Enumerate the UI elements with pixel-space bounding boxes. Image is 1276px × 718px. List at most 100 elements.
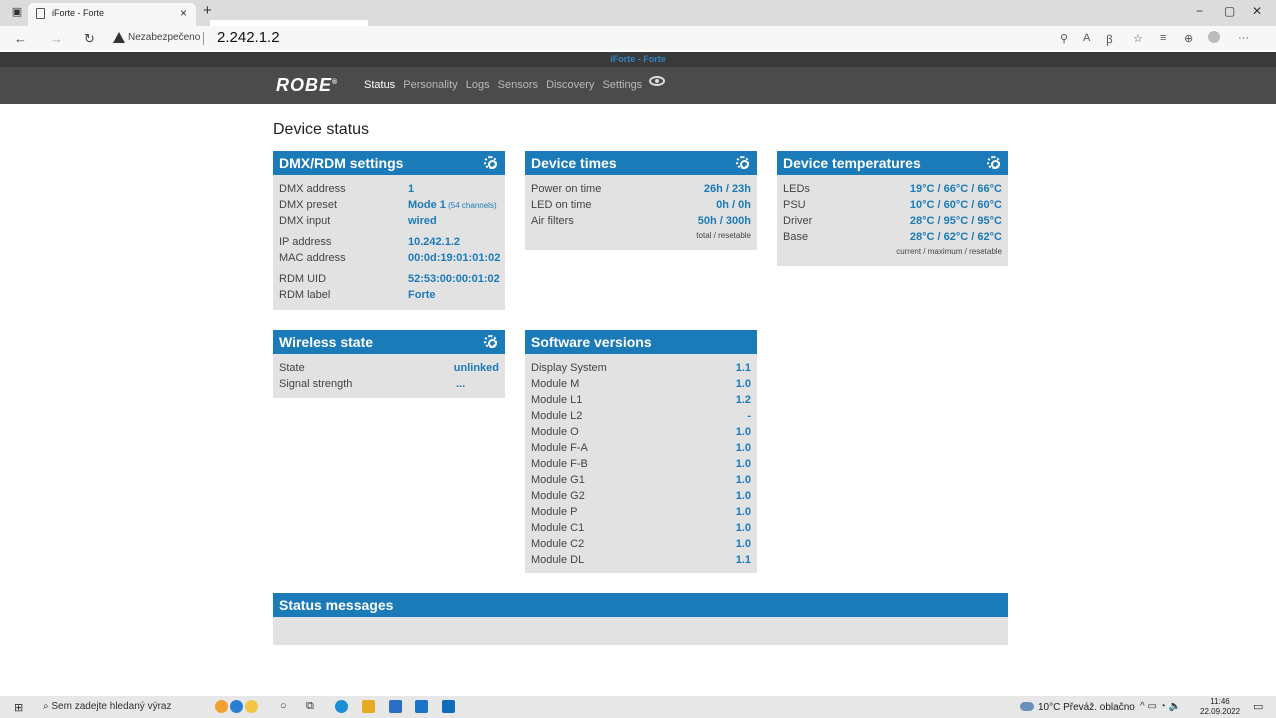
tab-actions-icon[interactable]: ▣ xyxy=(10,5,24,19)
temps-row: Driver 28°C / 95°C / 95°C xyxy=(777,213,1008,229)
temps-row: LEDs 19°C / 66°C / 66°C xyxy=(777,181,1008,197)
row-value: 10°C / 60°C / 60°C xyxy=(909,199,1002,211)
close-window-button[interactable]: ✕ xyxy=(1252,4,1262,18)
times-row: Power on time 26h / 23h xyxy=(525,181,757,197)
widget-icon[interactable] xyxy=(215,700,228,713)
widget-icon[interactable] xyxy=(245,700,258,713)
back-icon[interactable]: ← xyxy=(14,31,27,46)
store-icon[interactable] xyxy=(389,700,402,713)
row-label: Module M xyxy=(531,378,580,390)
row-label: LED on time xyxy=(531,199,592,211)
widget-icon[interactable] xyxy=(230,700,243,713)
dmx-row: MAC address 00:0d:19:01:01:02 xyxy=(273,250,505,266)
menu-sensors[interactable]: Sensors xyxy=(498,79,538,91)
row-value: 1.2 xyxy=(735,394,751,406)
cortana-icon[interactable]: ○ xyxy=(280,700,287,712)
clock[interactable]: 11:46 22.09.2022 xyxy=(1200,697,1240,717)
messages-panel-header: Status messages xyxy=(273,593,1008,617)
weather-text[interactable]: 10°C Převáž. oblačno xyxy=(1038,702,1135,713)
row-label: Module F-A xyxy=(531,442,588,454)
minimize-button[interactable]: − xyxy=(1196,4,1203,18)
row-label: LEDs xyxy=(783,183,810,195)
gear-icon[interactable] xyxy=(987,156,1000,169)
new-tab-button[interactable]: + xyxy=(203,2,212,19)
row-value: wired xyxy=(408,215,437,227)
browser-tab-bar: ▣ iForte - Forte × + − ▢ ✕ xyxy=(0,0,1276,26)
software-row: Module DL 1.1 xyxy=(525,552,757,568)
temps-panel-header: Device temperatures xyxy=(777,151,1008,175)
mail-icon[interactable] xyxy=(415,700,428,713)
site-header: iForte - Forte ROBE® Status Personality … xyxy=(0,52,1276,104)
browser-tab[interactable]: iForte - Forte × xyxy=(28,3,196,26)
row-label: RDM UID xyxy=(279,273,327,285)
favorites-list-icon[interactable]: ≡ xyxy=(1160,32,1166,44)
software-row: Module P 1.0 xyxy=(525,504,757,520)
notification-icon[interactable]: ▭ xyxy=(1253,700,1263,713)
row-value: 50h / 300h xyxy=(697,215,751,227)
page-title: Device status xyxy=(273,121,370,138)
file-explorer-icon[interactable] xyxy=(362,700,375,713)
software-row: Module L2 - xyxy=(525,408,757,424)
row-value: Forte xyxy=(408,289,436,301)
key-icon[interactable]: ⚲ xyxy=(1060,32,1068,45)
row-label: Power on time xyxy=(531,183,602,195)
row-value: 19°C / 66°C / 66°C xyxy=(909,183,1002,195)
tray-icons[interactable]: ^ ▭ ◔ 🔈 xyxy=(1140,701,1181,712)
edge-icon[interactable] xyxy=(335,700,348,713)
eye-icon[interactable] xyxy=(649,76,665,86)
row-label: Module G2 xyxy=(531,490,585,502)
row-value: 1.0 xyxy=(735,538,751,550)
menu-personality[interactable]: Personality xyxy=(403,79,457,91)
row-value: 1.0 xyxy=(735,458,751,470)
url-input[interactable]: 2.242.1.2 xyxy=(217,29,280,46)
menu-logs[interactable]: Logs xyxy=(466,79,490,91)
row-value: 1.1 xyxy=(735,554,751,566)
row-value: 26h / 23h xyxy=(703,183,751,195)
temps-note: current / maximum / resetable xyxy=(896,247,1002,256)
row-label: Module C2 xyxy=(531,538,585,550)
taskbar: ⊞ ⌕ Sem zadejte hledaný výraz ○ ⧉ 10°C P… xyxy=(0,696,1276,718)
logo-text: ROBE xyxy=(276,75,333,95)
row-label: Driver xyxy=(783,215,813,227)
tab-close-button[interactable]: × xyxy=(180,6,187,20)
gear-icon[interactable] xyxy=(736,156,749,169)
maximize-button[interactable]: ▢ xyxy=(1224,4,1235,18)
row-value: 1.0 xyxy=(735,378,751,390)
row-value: Mode 1 xyxy=(408,199,446,211)
profile-icon[interactable] xyxy=(1208,31,1220,43)
gear-icon[interactable] xyxy=(484,156,497,169)
main-menu: Status Personality Logs Sensors Discover… xyxy=(364,79,647,91)
row-value: 52:53:00:00:01:02 xyxy=(408,273,500,285)
row-label: Air filters xyxy=(531,215,574,227)
read-aloud-icon[interactable]: A xyxy=(1083,32,1090,44)
cloud-icon xyxy=(1020,702,1034,711)
row-label: Base xyxy=(783,231,809,243)
gear-icon[interactable] xyxy=(484,335,497,348)
row-value: 0h / 0h xyxy=(716,199,751,211)
menu-discovery[interactable]: Discovery xyxy=(546,79,594,91)
task-view-icon[interactable]: ⧉ xyxy=(306,700,314,713)
more-icon[interactable]: ··· xyxy=(1238,32,1249,44)
forward-icon[interactable]: → xyxy=(50,31,63,46)
times-panel: Device times Power on time 26h / 23h LED … xyxy=(525,151,757,250)
row-value: unlinked xyxy=(453,362,499,374)
security-label[interactable]: Nezabezpečeno xyxy=(128,32,200,43)
collections-icon[interactable]: ⊕ xyxy=(1184,32,1193,45)
row-value: 1.0 xyxy=(735,474,751,486)
times-panel-header: Device times xyxy=(525,151,757,175)
windows-start-icon[interactable]: ⊞ xyxy=(14,701,23,714)
software-row: Module F-A 1.0 xyxy=(525,440,757,456)
row-label: Signal strength xyxy=(279,378,353,390)
menu-settings[interactable]: Settings xyxy=(602,79,642,91)
row-value: 1.0 xyxy=(735,522,751,534)
dmx-panel: DMX/RDM settings DMX address 1 DMX preset… xyxy=(273,151,505,310)
taskbar-search[interactable]: ⌕ Sem zadejte hledaný výraz xyxy=(43,701,171,712)
translate-icon[interactable]: ꞵ xyxy=(1106,32,1113,47)
favorite-icon[interactable]: ☆ xyxy=(1133,32,1143,45)
menu-status[interactable]: Status xyxy=(364,79,395,91)
dmx-row: DMX address 1 xyxy=(273,181,505,197)
outlook-icon[interactable] xyxy=(442,700,455,713)
robe-logo[interactable]: ROBE® xyxy=(276,75,338,96)
refresh-icon[interactable]: ↻ xyxy=(84,31,95,47)
row-label: DMX address xyxy=(279,183,346,195)
